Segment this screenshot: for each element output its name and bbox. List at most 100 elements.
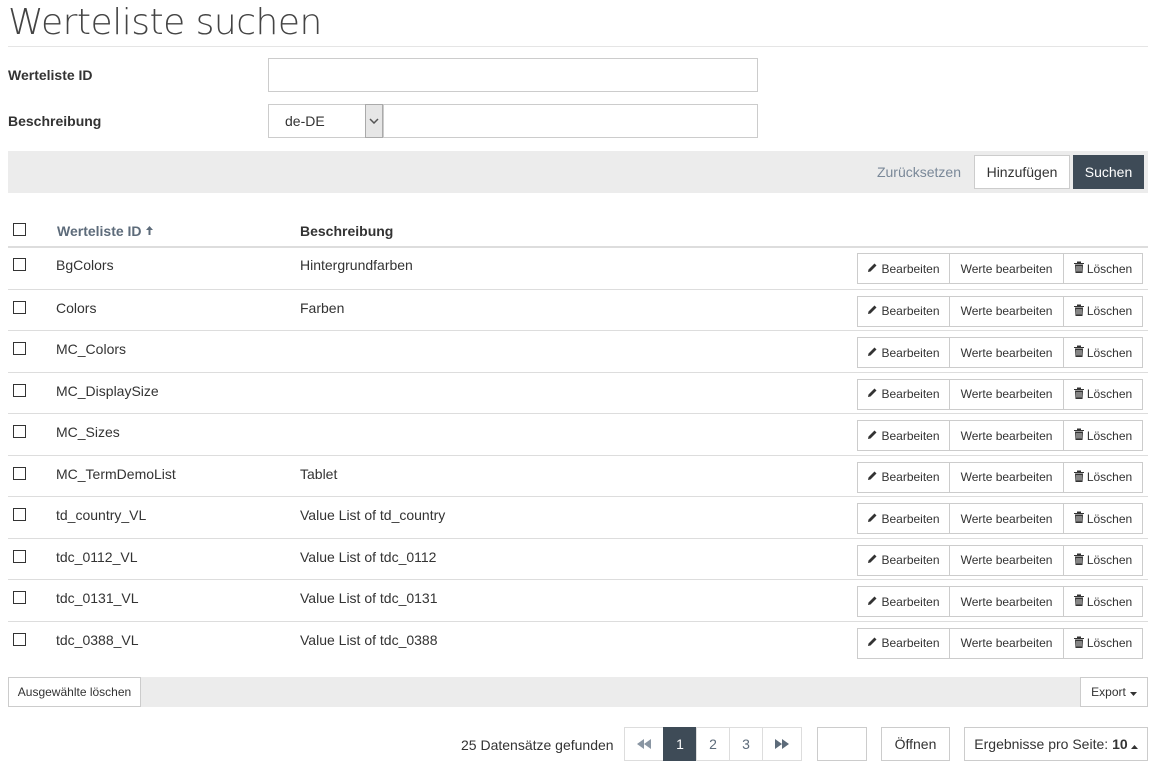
edit-values-button[interactable]: Werte bearbeiten (949, 461, 1064, 493)
page-button-3[interactable]: 3 (729, 727, 763, 761)
delete-label: Löschen (1086, 387, 1133, 401)
delete-button[interactable]: Löschen (1063, 420, 1143, 451)
edit-button[interactable]: Bearbeiten (857, 503, 950, 534)
row-actions: Bearbeiten Werte bearbeiten Löschen (857, 378, 1143, 410)
page-button-1[interactable]: 1 (663, 727, 697, 761)
row-actions: Bearbeiten Werte bearbeiten Löschen (857, 503, 1143, 534)
row-checkbox[interactable] (13, 632, 26, 646)
edit-button[interactable]: Bearbeiten (857, 337, 950, 368)
delete-label: Löschen (1086, 304, 1133, 318)
results-per-page-label: Ergebnisse pro Seite: (974, 736, 1109, 752)
trash-icon (1073, 511, 1087, 526)
row-checkbox[interactable] (13, 466, 26, 480)
edit-label: Bearbeiten (881, 304, 940, 318)
column-header-id[interactable]: Werteliste ID (57, 223, 154, 239)
table-row: tdc_0388_VL Value List of tdc_0388 Bearbei… (8, 620, 1148, 663)
row-checkbox[interactable] (13, 508, 26, 521)
table-row: MC_DisplaySize Bearbeiten Werte bearbeiten… (8, 371, 1148, 414)
row-description: Value List of tdc_0131 (300, 590, 438, 606)
row-checkbox[interactable] (13, 300, 26, 314)
edit-button[interactable]: Bearbeiten (857, 627, 950, 659)
page-button-2[interactable]: 2 (696, 727, 730, 761)
edit-button[interactable]: Bearbeiten (857, 253, 950, 284)
chevron-down-icon[interactable] (365, 104, 383, 138)
pencil-icon (867, 346, 881, 360)
add-button[interactable]: Hinzufügen (974, 155, 1070, 189)
row-description: Value List of tdc_0388 (300, 631, 438, 648)
row-checkbox[interactable] (13, 591, 26, 604)
delete-button[interactable]: Löschen (1063, 544, 1143, 576)
delete-label: Löschen (1086, 428, 1133, 443)
goto-page-input[interactable] (817, 727, 867, 761)
column-header-description: Beschreibung (300, 223, 394, 239)
delete-button[interactable]: Löschen (1063, 586, 1143, 617)
column-header-id-label: Werteliste ID (57, 223, 142, 239)
edit-values-button[interactable]: Werte bearbeiten (949, 586, 1064, 617)
row-actions: Bearbeiten Werte bearbeiten Löschen (857, 337, 1143, 368)
description-input[interactable] (383, 104, 758, 138)
edit-values-button[interactable]: Werte bearbeiten (949, 503, 1064, 534)
delete-button[interactable]: Löschen (1063, 378, 1143, 410)
first-page-button[interactable] (624, 727, 664, 761)
results-per-page-dropdown[interactable]: Ergebnisse pro Seite: 10 (964, 727, 1148, 761)
reset-button[interactable]: Zurücksetzen (864, 151, 974, 193)
row-id: td_country_VL (56, 507, 147, 523)
pencil-icon (867, 387, 881, 401)
delete-button[interactable]: Löschen (1063, 295, 1143, 327)
row-id: MC_TermDemoList (56, 465, 176, 482)
row-description: Tablet (300, 465, 338, 482)
select-all-checkbox[interactable] (13, 223, 26, 236)
row-id: BgColors (56, 257, 114, 273)
edit-button[interactable]: Bearbeiten (857, 586, 950, 617)
delete-button[interactable]: Löschen (1063, 253, 1143, 284)
delete-label: Löschen (1086, 470, 1133, 484)
id-input[interactable] (268, 58, 758, 92)
edit-label: Bearbeiten (881, 345, 940, 360)
table-row: MC_Colors Bearbeiten Werte bearbeiten Lösch… (8, 330, 1148, 372)
row-checkbox[interactable] (13, 342, 26, 355)
delete-selected-button[interactable]: Ausgewählte löschen (8, 677, 141, 707)
language-select[interactable]: de-DE (268, 104, 383, 138)
delete-button[interactable]: Löschen (1063, 503, 1143, 534)
last-page-button[interactable] (762, 727, 802, 761)
edit-values-button[interactable]: Werte bearbeiten (949, 420, 1064, 451)
row-checkbox[interactable] (13, 425, 26, 438)
trash-icon (1073, 345, 1087, 360)
edit-label: Bearbeiten (881, 470, 940, 484)
edit-button[interactable]: Bearbeiten (857, 461, 950, 493)
open-page-button[interactable]: Öffnen (881, 727, 950, 761)
row-id: tdc_0131_VL (56, 590, 139, 606)
edit-values-button[interactable]: Werte bearbeiten (949, 337, 1064, 368)
trash-icon (1073, 594, 1087, 609)
edit-values-button[interactable]: Werte bearbeiten (949, 253, 1064, 284)
edit-values-button[interactable]: Werte bearbeiten (949, 295, 1064, 327)
edit-button[interactable]: Bearbeiten (857, 544, 950, 576)
delete-label: Löschen (1086, 594, 1133, 609)
edit-button[interactable]: Bearbeiten (857, 420, 950, 451)
export-label: Export (1091, 685, 1126, 699)
edit-button[interactable]: Bearbeiten (857, 295, 950, 327)
delete-button[interactable]: Löschen (1063, 627, 1143, 659)
row-actions: Bearbeiten Werte bearbeiten Löschen (857, 295, 1143, 327)
table-row: Colors Farben Bearbeiten Werte bearbeiten Lö… (8, 288, 1148, 331)
row-checkbox[interactable] (13, 258, 26, 271)
trash-icon (1073, 428, 1087, 443)
edit-values-button[interactable]: Werte bearbeiten (949, 544, 1064, 576)
row-description: Value List of tdc_0112 (300, 548, 437, 565)
edit-button[interactable]: Bearbeiten (857, 378, 950, 410)
delete-button[interactable]: Löschen (1063, 461, 1143, 493)
search-button[interactable]: Suchen (1073, 155, 1144, 189)
row-actions: Bearbeiten Werte bearbeiten Löschen (857, 253, 1143, 284)
table-row: tdc_0131_VL Value List of tdc_0131 Bearbei… (8, 579, 1148, 621)
delete-button[interactable]: Löschen (1063, 337, 1143, 368)
row-checkbox[interactable] (13, 383, 26, 397)
row-actions: Bearbeiten Werte bearbeiten Löschen (857, 627, 1143, 659)
export-button[interactable]: Export (1080, 677, 1148, 707)
edit-values-button[interactable]: Werte bearbeiten (949, 378, 1064, 410)
row-checkbox[interactable] (13, 549, 26, 563)
pagination: 1 2 3 (624, 727, 802, 761)
row-id: MC_Colors (56, 341, 127, 357)
edit-values-button[interactable]: Werte bearbeiten (949, 627, 1064, 659)
delete-label: Löschen (1086, 345, 1133, 360)
delete-label: Löschen (1086, 553, 1133, 567)
